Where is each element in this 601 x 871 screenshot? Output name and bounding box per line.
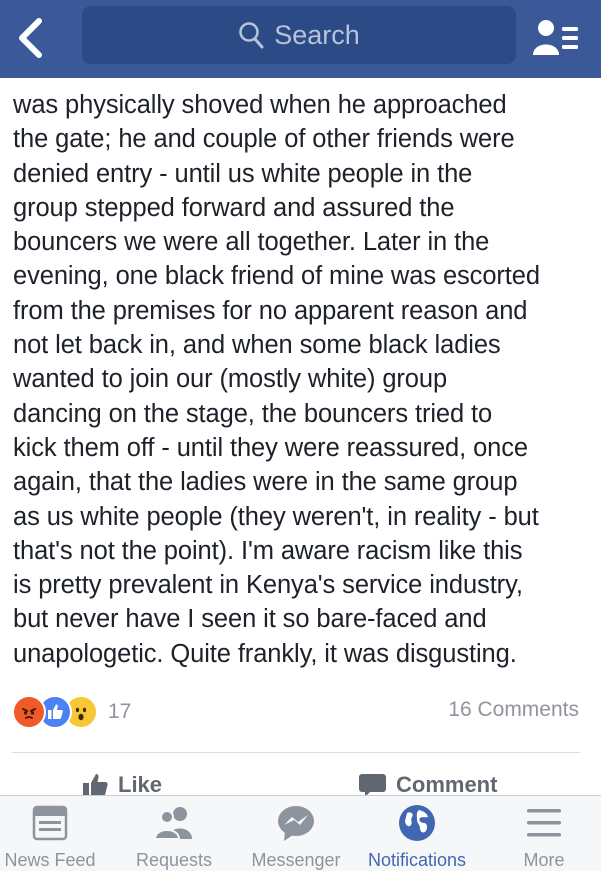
search-icon [238,21,264,49]
person-list-icon [533,20,578,55]
tab-label: News Feed [4,850,96,870]
comments-count-link[interactable]: 16 Comments [448,698,579,722]
top-nav-bar: Search [0,0,601,78]
tab-news-feed[interactable]: News Feed [0,796,100,871]
tab-notifications[interactable]: Notifications [358,796,476,871]
globe-icon [397,802,437,844]
messenger-icon [276,802,316,844]
post-text-line: that's not the point). I'm aware racism … [13,536,523,565]
post-text-line: again, that the ladies were in the same … [13,468,518,497]
post-text-line: not let back in, and when some black lad… [13,331,501,360]
clipped-text-remnant [0,78,601,84]
menu-icon [525,802,563,844]
post-text-line: evening, one black friend of mine was es… [13,262,540,291]
news-feed-icon [32,802,68,844]
tab-label: Requests [135,850,213,870]
tab-requests[interactable]: Requests [122,796,226,871]
chevron-left-icon [19,18,42,58]
post-text-line: group stepped forward and assured the [13,193,455,222]
search-input[interactable]: Search [82,6,516,64]
post-body-text: was physically shoved when he approached… [13,88,593,671]
tab-label: More [523,850,565,870]
angry-icon [12,695,46,729]
post-text-line: from the premises for no apparent reason… [13,296,528,325]
tab-label: Messenger [251,850,341,870]
post-text-line: unapologetic. Quite frankly, it was disg… [13,639,517,668]
back-button[interactable] [8,14,52,62]
post-text-line: denied entry - until us white people in … [13,159,473,188]
post-text-line: the gate; he and couple of other friends… [13,125,515,154]
tab-label: Notifications [367,850,467,870]
search-placeholder: Search [274,19,360,50]
post-text-line: kick them off - until they were reassure… [13,433,528,462]
reaction-count: 17 [108,700,132,723]
post-text-line: dancing on the stage, the bouncers tried… [13,399,493,428]
post-text-line: wanted to join our (mostly white) group [13,365,448,394]
post-text-line: was physically shoved when he approached [13,91,507,119]
divider [12,752,580,753]
reaction-summary[interactable]: 17 [12,694,131,730]
post-text-line: as us white people (they weren't, in rea… [13,502,539,531]
bottom-tab-bar: News Feed Requests Messenger Notificatio… [0,795,601,871]
tab-messenger[interactable]: Messenger [244,796,348,871]
tab-more[interactable]: More [494,796,594,871]
post-text-line: is pretty prevalent in Kenya's service i… [13,571,523,600]
friend-list-button[interactable] [528,14,584,60]
post-text-line: bouncers we were all together. Later in … [13,228,490,257]
post-text-line: but never have I seen it so bare-faced a… [13,605,487,634]
friend-requests-icon [152,802,196,844]
